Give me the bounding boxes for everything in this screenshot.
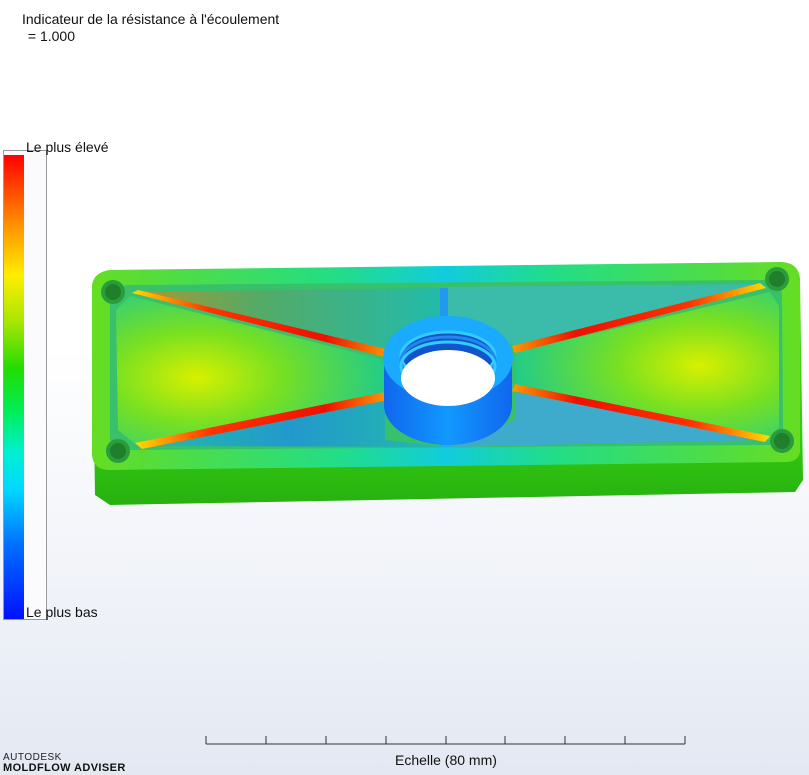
- boss-through-hole: [401, 350, 495, 406]
- model-viewport[interactable]: [0, 0, 809, 775]
- scale-label: Echelle (80 mm): [395, 752, 497, 768]
- brand-product: MOLDFLOW ADVISER: [3, 762, 126, 774]
- rib-center-top: [440, 288, 448, 320]
- scale-bar: [205, 736, 686, 745]
